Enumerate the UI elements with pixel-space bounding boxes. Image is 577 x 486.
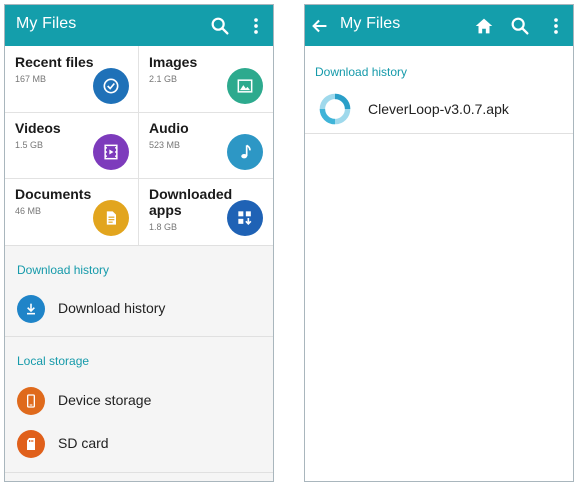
search-icon[interactable] [209, 15, 231, 37]
file-row[interactable]: CleverLoop-v3.0.7.apk [305, 87, 573, 131]
device-storage-label: Device storage [58, 392, 152, 408]
category-label: Videos [15, 120, 61, 136]
video-icon [93, 134, 129, 170]
category-size: 1.8 GB [149, 222, 178, 232]
document-icon [93, 200, 129, 236]
home-icon[interactable] [473, 15, 495, 37]
category-label: Downloaded apps [149, 186, 233, 218]
cleverloop-app-icon [315, 89, 355, 129]
category-audio[interactable]: Audio 523 MB [139, 112, 272, 178]
category-size: 2.1 GB [149, 74, 178, 84]
my-files-home-screen: My Files Recent files 167 MB Images 2.1 … [4, 4, 274, 482]
category-size: 523 MB [149, 140, 181, 150]
download-icon [17, 295, 45, 323]
divider [5, 472, 273, 473]
more-vert-icon[interactable] [245, 15, 267, 37]
app-bar: My Files [5, 5, 273, 46]
category-videos[interactable]: Videos 1.5 GB [5, 112, 138, 178]
app-bar: My Files [305, 5, 573, 46]
app-title: My Files [340, 15, 401, 32]
more-vert-icon[interactable] [545, 15, 567, 37]
category-downloaded-apps[interactable]: Downloaded apps 1.8 GB [139, 178, 272, 244]
apps-download-icon [227, 200, 263, 236]
sd-card-item[interactable]: SD card [5, 424, 273, 464]
search-icon[interactable] [509, 15, 531, 37]
device-storage-item[interactable]: Device storage [5, 381, 273, 421]
clock-icon [93, 68, 129, 104]
image-icon [227, 68, 263, 104]
category-images[interactable]: Images 2.1 GB [139, 46, 272, 112]
app-title: My Files [16, 15, 77, 32]
download-history-screen: My Files Download history CleverLoop-v3.… [304, 4, 574, 482]
music-note-icon [227, 134, 263, 170]
divider [5, 336, 273, 337]
grid-divider [5, 178, 273, 179]
download-history-section-title: Download history [315, 65, 408, 79]
category-size: 46 MB [15, 206, 42, 216]
category-grid: Recent files 167 MB Images 2.1 GB Videos… [5, 46, 273, 245]
sd-card-label: SD card [58, 435, 109, 451]
phone-icon [17, 387, 45, 415]
grid-divider [5, 112, 273, 113]
category-label: Recent files [15, 54, 94, 70]
category-documents[interactable]: Documents 46 MB [5, 178, 138, 244]
grid-divider [138, 46, 139, 245]
download-history-section-title: Download history [17, 263, 110, 277]
category-size: 1.5 GB [15, 140, 44, 150]
category-label: Images [149, 54, 198, 70]
divider [305, 133, 573, 134]
category-recent-files[interactable]: Recent files 167 MB [5, 46, 138, 112]
divider [5, 245, 273, 246]
download-history-label: Download history [58, 300, 166, 316]
file-name: CleverLoop-v3.0.7.apk [368, 101, 509, 117]
category-size: 167 MB [15, 74, 47, 84]
category-label: Audio [149, 120, 189, 136]
sd-card-icon [17, 430, 45, 458]
back-arrow-icon[interactable] [309, 15, 331, 37]
category-label: Documents [15, 186, 92, 202]
local-storage-section-title: Local storage [17, 354, 90, 368]
download-history-item[interactable]: Download history [5, 289, 273, 329]
